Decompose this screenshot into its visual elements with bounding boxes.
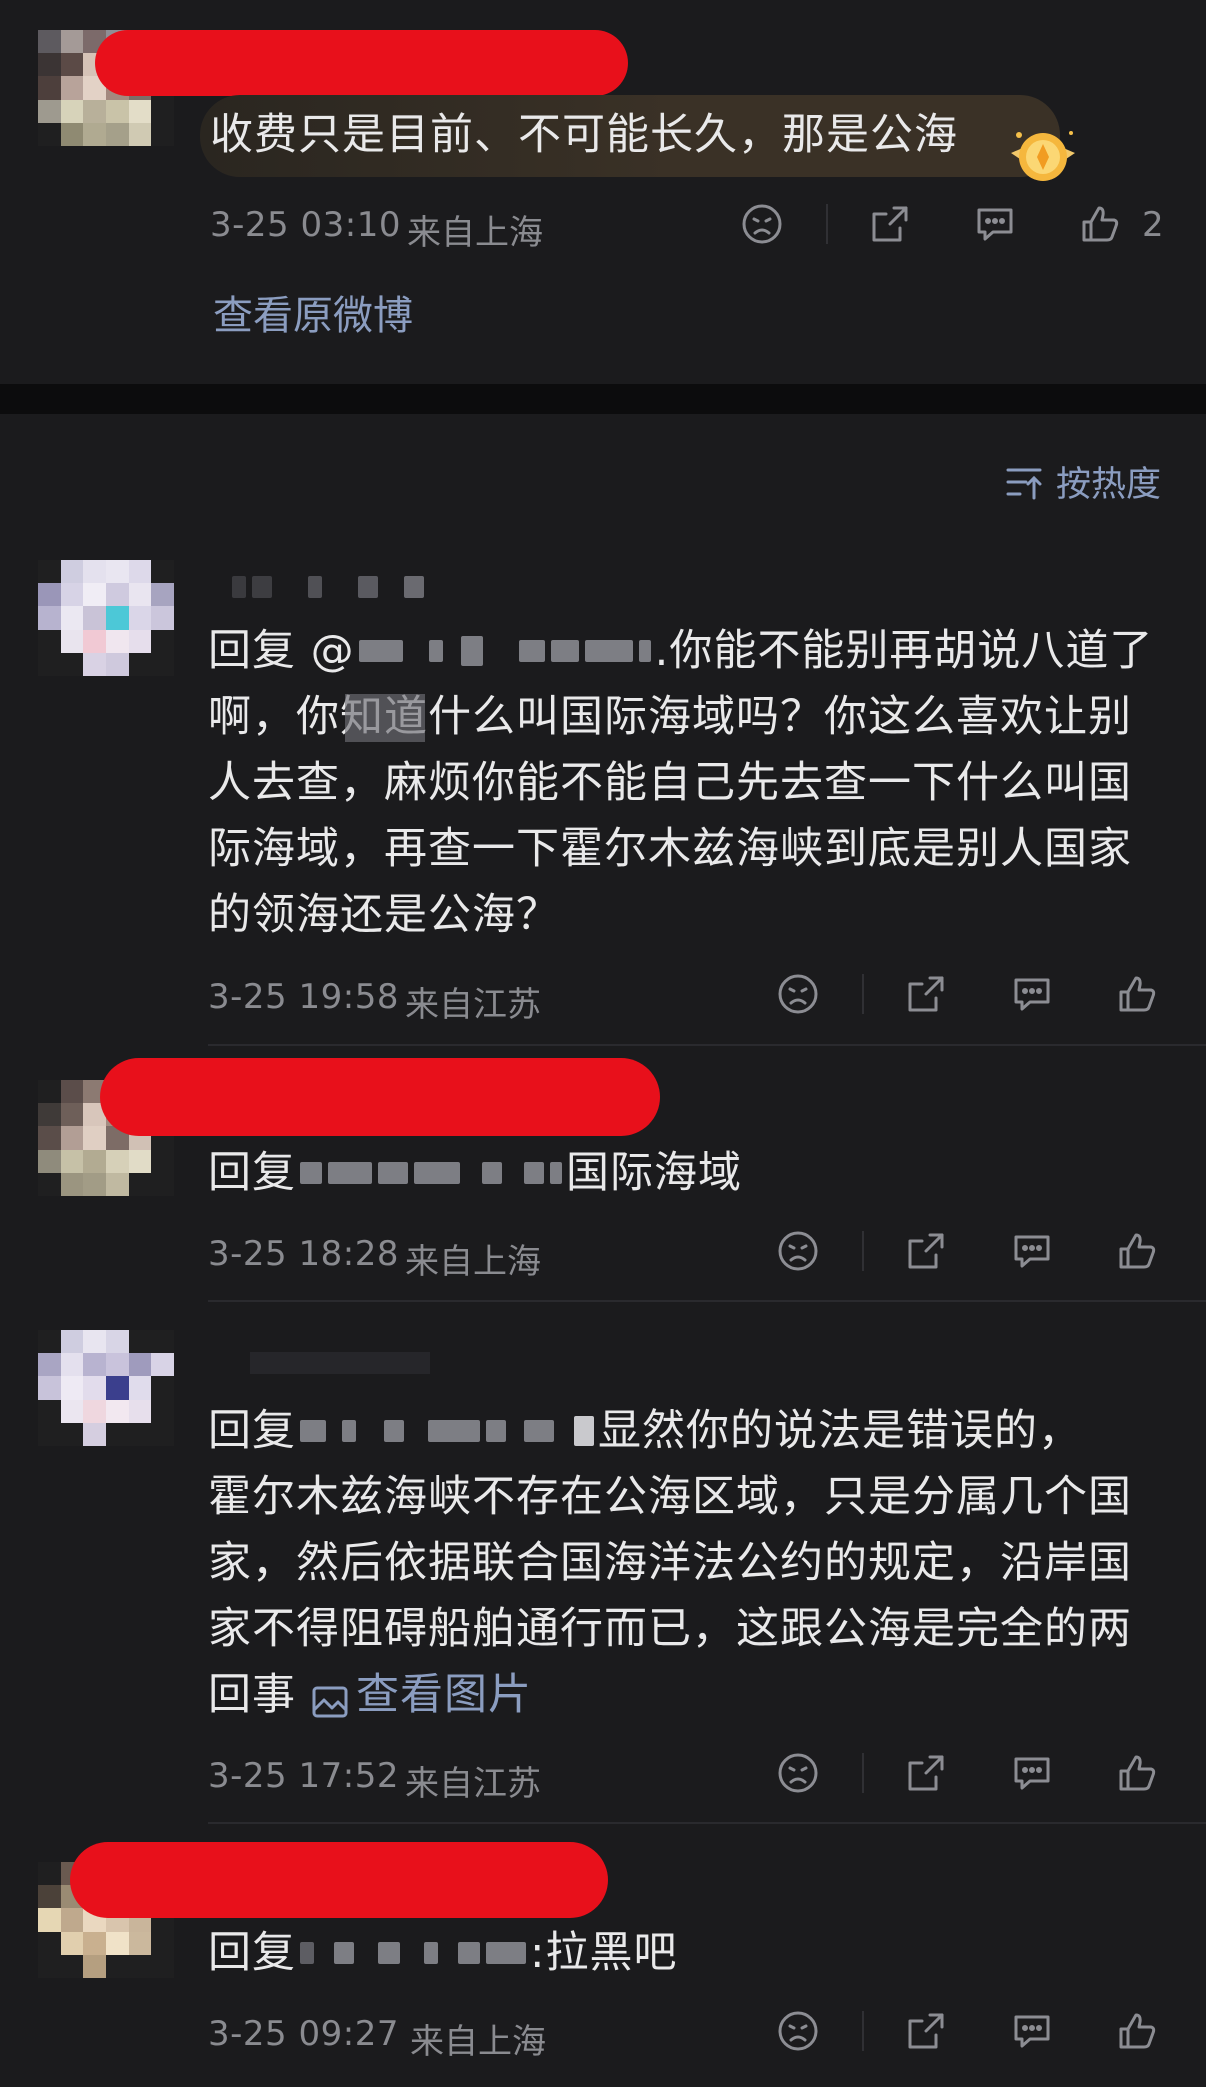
row-divider bbox=[208, 1300, 1206, 1302]
share-icon[interactable] bbox=[904, 2009, 948, 2053]
comment-text: 显然你的说法是错误的， bbox=[598, 1406, 1082, 1456]
comment-time: 3-25 17:52 bbox=[208, 1756, 399, 1796]
dislike-icon[interactable] bbox=[776, 2009, 820, 2053]
dislike-icon[interactable] bbox=[776, 1229, 820, 1273]
comment-location: 来自上海 bbox=[410, 2022, 546, 2062]
reply-prefix: 回复 bbox=[208, 1928, 296, 1978]
separator bbox=[862, 2011, 864, 2051]
like-icon[interactable] bbox=[1115, 1229, 1159, 1273]
comment-icon[interactable] bbox=[973, 202, 1017, 246]
username-redacted bbox=[232, 576, 424, 598]
badge-icon bbox=[1005, 125, 1081, 185]
username-redacted bbox=[95, 30, 628, 96]
avatar[interactable] bbox=[38, 560, 174, 676]
mention-redacted[interactable] bbox=[300, 1942, 526, 1964]
post-time: 3-25 03:10 bbox=[210, 205, 401, 245]
comment-text: :拉黑吧 bbox=[530, 1928, 678, 1978]
comment-text: 的领海还是公海？ bbox=[208, 890, 560, 940]
row-divider bbox=[208, 1822, 1206, 1824]
post-text: 收费只是目前、不可能长久，那是公海 bbox=[210, 110, 958, 160]
comment-time: 3-25 09:27 bbox=[208, 2014, 399, 2054]
username-redacted bbox=[70, 1842, 608, 1918]
comment-text: 霍尔木兹海峡不存在公海区域，只是分属几个国 bbox=[208, 1472, 1132, 1522]
comment-line: 回复 显然你的说法是错误的， bbox=[208, 1398, 1082, 1464]
sort-icon bbox=[1004, 462, 1044, 502]
comment-line: 回复 国际海域 bbox=[208, 1140, 742, 1206]
image-icon bbox=[310, 1675, 350, 1718]
dislike-icon[interactable] bbox=[740, 202, 784, 246]
view-image-label: 查看图片 bbox=[356, 1670, 532, 1720]
comment-text: 国际海域 bbox=[566, 1148, 742, 1198]
row-divider bbox=[208, 1044, 1206, 1046]
comment-time: 3-25 18:28 bbox=[208, 1234, 399, 1274]
like-icon[interactable] bbox=[1078, 202, 1122, 246]
comment-icon[interactable] bbox=[1010, 2009, 1054, 2053]
share-icon[interactable] bbox=[904, 1229, 948, 1273]
section-divider bbox=[0, 384, 1206, 414]
avatar[interactable] bbox=[38, 1330, 174, 1446]
reply-prefix: 回复 @ bbox=[208, 626, 355, 676]
comment-text: 家不得阻碍船舶通行而已，这跟公海是完全的两 bbox=[208, 1604, 1132, 1654]
comment-line: 回复 :拉黑吧 bbox=[208, 1920, 678, 1986]
separator bbox=[862, 974, 864, 1014]
sort-label: 按热度 bbox=[1056, 465, 1162, 505]
comment-time: 3-25 19:58 bbox=[208, 977, 399, 1017]
like-icon[interactable] bbox=[1115, 2009, 1159, 2053]
dislike-icon[interactable] bbox=[776, 972, 820, 1016]
separator bbox=[826, 204, 828, 244]
mention-redacted[interactable] bbox=[300, 1162, 562, 1184]
comment-location: 来自上海 bbox=[405, 1242, 541, 1282]
username-redacted bbox=[250, 1352, 430, 1374]
comment-icon[interactable] bbox=[1010, 1751, 1054, 1795]
comment-text: 家，然后依据联合国海洋法公约的规定，沿岸国 bbox=[208, 1538, 1132, 1588]
mention-redacted[interactable] bbox=[300, 1416, 594, 1446]
share-icon[interactable] bbox=[868, 202, 912, 246]
reply-prefix: 回复 bbox=[208, 1148, 296, 1198]
comment-text: 回事 bbox=[208, 1670, 296, 1720]
view-original-link[interactable]: 查看原微博 bbox=[213, 283, 413, 341]
post-location: 来自上海 bbox=[407, 213, 543, 253]
comment-line: 回事 查看图片 bbox=[208, 1662, 532, 1728]
comment-text: .你能不能别再胡说八道了 bbox=[654, 626, 1154, 676]
comment-location: 来自江苏 bbox=[405, 985, 541, 1025]
share-icon[interactable] bbox=[904, 1751, 948, 1795]
username-redacted bbox=[100, 1058, 660, 1136]
comment-location: 来自江苏 bbox=[405, 1764, 541, 1804]
like-count: 2 bbox=[1142, 205, 1164, 245]
separator bbox=[862, 1231, 864, 1271]
text-redaction bbox=[345, 694, 425, 742]
dislike-icon[interactable] bbox=[776, 1751, 820, 1795]
comment-text: 际海域，再查一下霍尔木兹海峡到底是别人国家 bbox=[208, 824, 1132, 874]
comment-text: 人去查，麻烦你能不能自己先去查一下什么叫国 bbox=[208, 758, 1132, 808]
comment-icon[interactable] bbox=[1010, 1229, 1054, 1273]
view-image-link[interactable]: 查看图片 bbox=[310, 1662, 532, 1728]
comment-icon[interactable] bbox=[1010, 972, 1054, 1016]
like-icon[interactable] bbox=[1115, 1751, 1159, 1795]
separator bbox=[862, 1753, 864, 1793]
share-icon[interactable] bbox=[904, 972, 948, 1016]
mention-redacted[interactable] bbox=[358, 636, 651, 666]
reply-prefix: 回复 bbox=[208, 1406, 296, 1456]
like-icon[interactable] bbox=[1115, 972, 1159, 1016]
comment-line: 回复 @ .你能不能别再胡说八道了 bbox=[208, 618, 1153, 684]
sort-button[interactable]: 按热度 bbox=[1004, 456, 1161, 507]
